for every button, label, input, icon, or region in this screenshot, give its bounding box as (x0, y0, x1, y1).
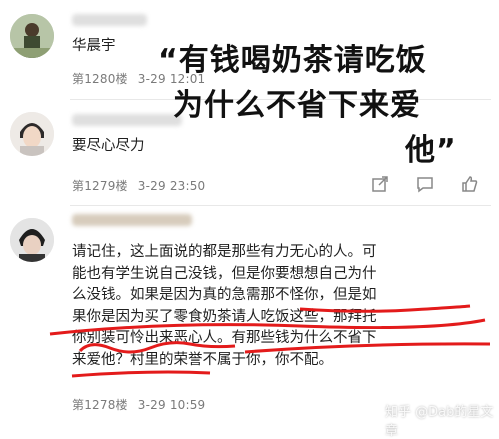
overlay-quote-line2: 为什么不省下来爱 (173, 88, 421, 123)
username-blurred (72, 114, 182, 126)
comment-line: 来爱他？村里的荣誉不属于你，你不配。 (72, 351, 333, 368)
comment-meta: 第1279楼 3-29 23:50 (72, 177, 205, 194)
avatar[interactable] (10, 112, 54, 156)
floor-number: 第1278楼 (72, 398, 128, 412)
timestamp: 3-29 23:50 (137, 179, 206, 193)
comment-line: 请记住，这上面说的都是那些有力无心的人。可 (72, 244, 377, 260)
overlay-quote-line1: “有钱喝奶茶请吃饭 (158, 43, 427, 78)
comment-text: 请记住，这上面说的都是那些有力无心的人。可 能也有学生说自己没钱，但是你要想想自… (72, 242, 377, 371)
comment-icon[interactable] (416, 175, 434, 197)
comment-text: 华晨宇 (72, 38, 116, 54)
comment-line: 果你是因为买了零食奶茶请人吃饭这些，那拜托 (72, 308, 377, 325)
avatar[interactable] (10, 218, 54, 262)
like-icon[interactable] (461, 175, 479, 197)
avatar[interactable] (10, 14, 54, 58)
username-blurred (72, 214, 192, 226)
overlay-quote-line3: 他” (405, 133, 457, 168)
share-icon[interactable] (371, 175, 389, 197)
comment-1278: 请记住，这上面说的都是那些有力无心的人。可 能也有学生说自己没钱，但是你要想想自… (0, 206, 499, 428)
timestamp: 3-29 10:59 (137, 398, 206, 412)
comment-text: 要尽心尽力 (72, 138, 145, 154)
username-blurred (72, 14, 147, 26)
comment-line: 能也有学生说自己没钱，但是你要想想自己为什 (72, 265, 377, 282)
comment-line: 么没钱。如果是因为真的急需那不怪你，但是如 (72, 287, 377, 303)
watermark: 知乎 @Dab的星文章 (385, 405, 494, 439)
floor-number: 第1279楼 (72, 179, 128, 193)
comment-line: 你别装可怜出来恶心人。有那些钱为什么不省下 (72, 330, 377, 346)
comment-meta: 第1278楼 3-29 10:59 (72, 396, 205, 413)
floor-number: 第1280楼 (72, 72, 128, 86)
